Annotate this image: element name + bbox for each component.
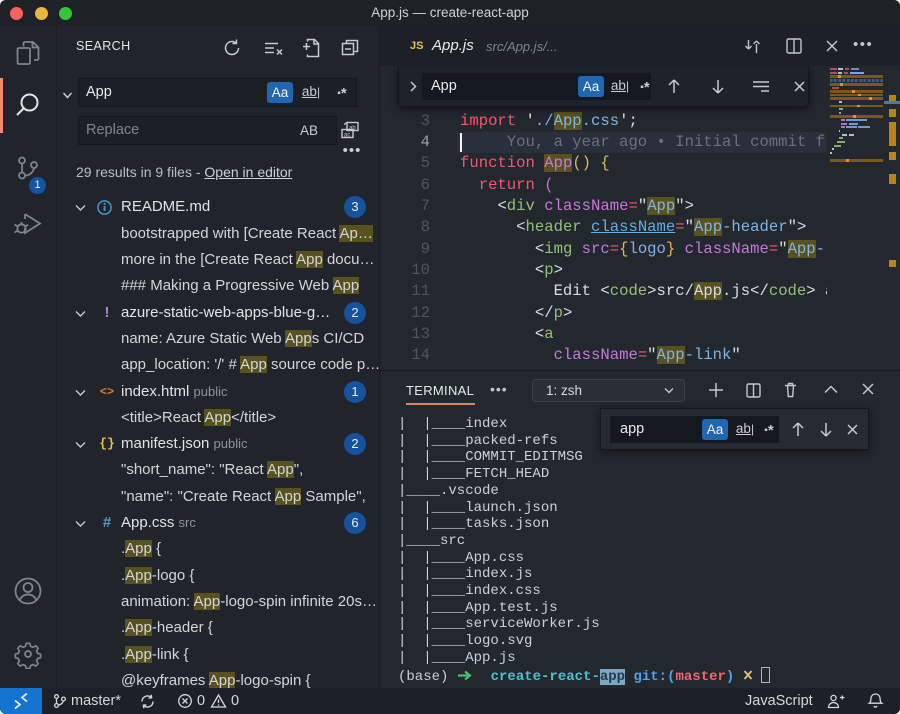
svg-text:ac: ac (344, 132, 350, 138)
svg-text:ab: ab (349, 125, 356, 131)
